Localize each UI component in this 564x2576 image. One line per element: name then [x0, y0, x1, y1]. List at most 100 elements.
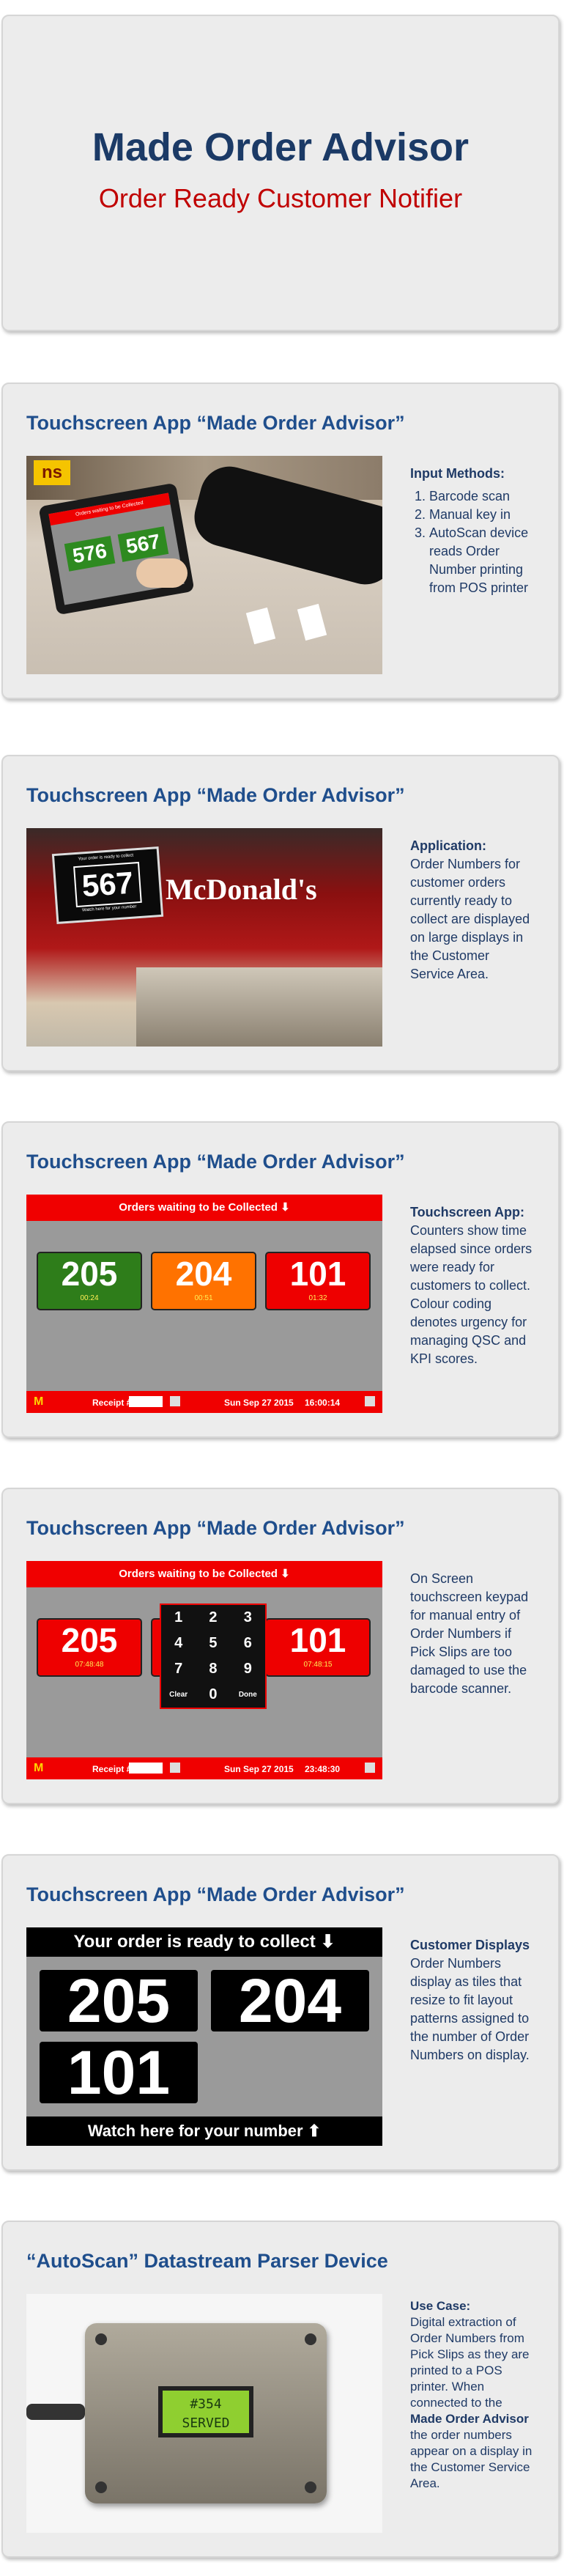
- app-header-text: Orders waiting to be Collected: [119, 1201, 278, 1214]
- menu-icon[interactable]: [365, 1763, 375, 1773]
- side-title: Touchscreen App:: [410, 1205, 525, 1219]
- logo-icon: M: [34, 1762, 44, 1774]
- side-text: Input Methods: Barcode scan Manual key i…: [410, 465, 535, 597]
- order-tile[interactable]: 204 00:51: [151, 1252, 256, 1310]
- list-item: AutoScan device reads Order Number print…: [429, 524, 535, 597]
- arrow-down-icon: ⬇: [281, 1568, 290, 1580]
- order-number-tile: 204: [211, 1970, 369, 2031]
- lcd-line-1: #354: [190, 2396, 222, 2412]
- side-text: Application: Order Numbers for customer …: [410, 837, 535, 983]
- store-sign: McDonald's: [166, 873, 317, 906]
- side-title: Use Case:: [410, 2299, 471, 2313]
- app-header: Orders waiting to be Collected ⬇: [26, 1195, 382, 1221]
- receipt-label: Receipt #: [92, 1764, 132, 1774]
- side-title: Customer Displays: [410, 1938, 530, 1952]
- pick-slip: [245, 607, 276, 645]
- lcd-line-2: SERVED: [182, 2416, 230, 2431]
- elapsed-time: 00:24: [80, 1294, 99, 1302]
- elapsed-time: 07:48:48: [75, 1661, 104, 1669]
- menu-icon[interactable]: [365, 1396, 375, 1406]
- screw: [95, 2481, 107, 2493]
- arrow-up-icon: ⬆: [307, 2122, 322, 2140]
- keypad-icon[interactable]: [170, 1396, 180, 1406]
- slide-heading: “AutoScan” Datastream Parser Device: [26, 2250, 388, 2272]
- key-8[interactable]: 8: [196, 1661, 230, 1678]
- hand: [136, 558, 188, 588]
- key-7[interactable]: 7: [161, 1661, 196, 1678]
- key-4[interactable]: 4: [161, 1635, 196, 1652]
- clock: 23:48:30: [305, 1764, 341, 1774]
- order-number-tile: 101: [40, 2042, 198, 2103]
- tablet-screen: Orders waiting to be Collected 576 567: [48, 492, 185, 605]
- side-title: Application:: [410, 838, 486, 853]
- key-done[interactable]: Done: [231, 1691, 265, 1699]
- side-body: Counters show time elapsed since orders …: [410, 1223, 533, 1366]
- slide-heading: Touchscreen App “Made Order Advisor”: [26, 1151, 405, 1173]
- display-top-text: Your order is ready to collect: [73, 1932, 316, 1952]
- order-tile[interactable]: 205 00:24: [37, 1252, 142, 1310]
- side-body-end: the order numbers appear on a display in…: [410, 2428, 533, 2490]
- order-number: 205: [61, 1621, 118, 1659]
- order-number: 205: [61, 1255, 118, 1293]
- app-header-text: Orders waiting to be Collected: [119, 1568, 278, 1580]
- display-number: 567: [73, 861, 142, 908]
- keypad: 1 2 3 4 5 6 7 8 9 Clear 0 Done: [160, 1603, 267, 1709]
- tile-area: 205 00:24 204 00:51 101 01:32: [26, 1221, 382, 1391]
- touchscreen-photo: ns Orders waiting to be Collected 576 56…: [26, 456, 382, 674]
- slide-touchscreen-app: Touchscreen App “Made Order Advisor” Ord…: [1, 1121, 560, 1438]
- logo-icon: M: [34, 1395, 44, 1408]
- list-item: Manual key in: [429, 506, 535, 524]
- lcd-screen: #354 SERVED: [158, 2386, 253, 2437]
- receipt-label: Receipt #: [92, 1398, 132, 1408]
- subtitle: Order Ready Customer Notifier: [98, 183, 463, 213]
- arrow-down-icon: ⬇: [320, 1932, 335, 1952]
- receipt-input[interactable]: [129, 1396, 163, 1407]
- display-bottom-bar: Watch here for your number ⬆: [26, 2116, 382, 2146]
- tablet-frame: Orders waiting to be Collected 576 567: [38, 482, 195, 616]
- key-2[interactable]: 2: [196, 1609, 230, 1626]
- key-5[interactable]: 5: [196, 1635, 230, 1652]
- slide-autoscan: “AutoScan” Datastream Parser Device #354…: [1, 2221, 560, 2558]
- side-text: On Screen touchscreen keypad for manual …: [410, 1570, 535, 1698]
- main-title: Made Order Advisor: [92, 125, 470, 169]
- screw: [95, 2333, 107, 2345]
- order-tile[interactable]: 101 01:32: [265, 1252, 371, 1310]
- restaurant-photo: McDonald's Your order is ready to collec…: [26, 828, 382, 1047]
- keypad-icon[interactable]: [170, 1763, 180, 1773]
- cable: [26, 2404, 85, 2420]
- key-0[interactable]: 0: [196, 1686, 230, 1703]
- screen-tile-1: 576: [64, 536, 116, 572]
- device-enclosure: #354 SERVED: [85, 2323, 327, 2503]
- side-text: Use Case: Digital extraction of Order Nu…: [410, 2298, 535, 2492]
- app-screenshot: Orders waiting to be Collected ⬇ 205 00:2…: [26, 1195, 382, 1413]
- app-footer: M Receipt # Sun Sep 27 2015 23:48:30: [26, 1757, 382, 1779]
- app-footer: M Receipt # Sun Sep 27 2015 16:00:14: [26, 1391, 382, 1413]
- key-clear[interactable]: Clear: [161, 1691, 196, 1699]
- side-body: Order Numbers for customer orders curren…: [410, 857, 530, 981]
- clock: 16:00:14: [305, 1398, 341, 1408]
- title-slide: Made Order Advisor Order Ready Customer …: [1, 15, 560, 331]
- date: Sun Sep 27 2015: [224, 1764, 294, 1774]
- device-photo: #354 SERVED: [26, 2294, 382, 2533]
- app-header: Orders waiting to be Collected ⬇: [26, 1561, 382, 1587]
- arrow-down-icon: ⬇: [281, 1201, 290, 1214]
- elapsed-time: 01:32: [308, 1294, 327, 1302]
- order-tile[interactable]: 205 07:48:48: [37, 1618, 142, 1677]
- key-1[interactable]: 1: [161, 1609, 196, 1626]
- screw: [305, 2481, 316, 2493]
- key-6[interactable]: 6: [231, 1635, 265, 1652]
- slide-heading: Touchscreen App “Made Order Advisor”: [26, 784, 405, 806]
- receipt-input[interactable]: [129, 1763, 163, 1774]
- key-9[interactable]: 9: [231, 1661, 265, 1678]
- order-tile[interactable]: 101 07:48:15: [265, 1618, 371, 1677]
- slide-application: Touchscreen App “Made Order Advisor” McD…: [1, 755, 560, 1071]
- list-item: Barcode scan: [429, 487, 535, 506]
- side-body-bold: Made Order Advisor: [410, 2412, 529, 2426]
- slide-heading: Touchscreen App “Made Order Advisor”: [26, 1883, 405, 1905]
- slide-customer-displays: Touchscreen App “Made Order Advisor” You…: [1, 1854, 560, 2171]
- key-3[interactable]: 3: [231, 1609, 265, 1626]
- elapsed-time: 07:48:15: [303, 1661, 333, 1669]
- counter: [136, 967, 382, 1047]
- method-list: Barcode scan Manual key in AutoScan devi…: [410, 487, 535, 597]
- order-number-tile: 205: [40, 1970, 198, 2031]
